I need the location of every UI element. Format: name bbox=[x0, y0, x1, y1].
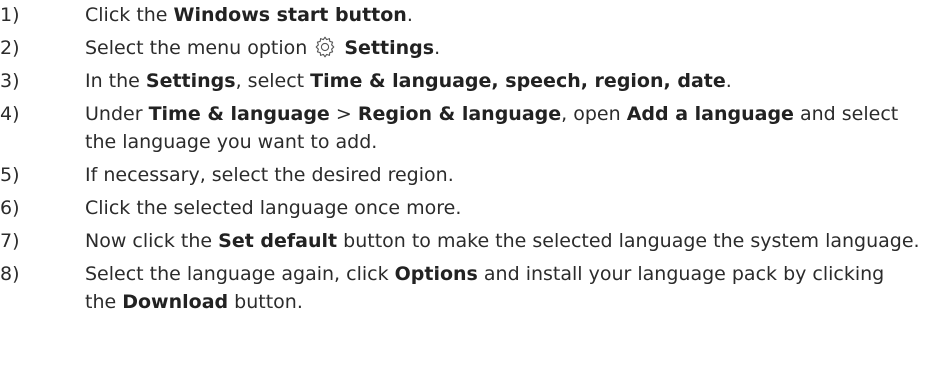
step-6: 6) Click the selected language once more… bbox=[0, 194, 930, 222]
text-segment: Select the menu option bbox=[85, 37, 314, 59]
step-number: 5) bbox=[0, 164, 20, 186]
step-number: 6) bbox=[0, 197, 20, 219]
step-5: 5) If necessary, select the desired regi… bbox=[0, 161, 930, 189]
step-number: 2) bbox=[0, 37, 20, 59]
text-segment: In the bbox=[85, 70, 146, 92]
step-7: 7) Now click the Set default button to m… bbox=[0, 227, 930, 255]
step-text: Click the Windows start button. bbox=[85, 1, 920, 29]
text-segment: If necessary, select the desired region. bbox=[85, 164, 454, 186]
bold-term: Region & language bbox=[357, 103, 562, 125]
text-segment: button to make the selected language the… bbox=[337, 230, 920, 252]
text-segment: Under bbox=[85, 103, 149, 125]
step-3: 3) In the Settings, select Time & langua… bbox=[0, 67, 930, 95]
step-text: Select the language again, click Options… bbox=[85, 260, 920, 316]
bold-term: Add a language bbox=[626, 103, 794, 125]
step-number: 8) bbox=[0, 263, 20, 285]
bold-term: Settings bbox=[344, 37, 435, 59]
text-segment: . bbox=[725, 70, 732, 92]
step-number: 3) bbox=[0, 70, 20, 92]
bold-term: Windows start button bbox=[173, 4, 407, 26]
bold-term: Options bbox=[394, 263, 478, 285]
step-text: Click the selected language once more. bbox=[85, 194, 920, 222]
bold-term: Download bbox=[122, 291, 229, 313]
text-segment: Click the bbox=[85, 4, 174, 26]
bold-term: Set default bbox=[218, 230, 338, 252]
text-segment: , open bbox=[561, 103, 627, 125]
instruction-steps: 1) Click the Windows start button. 2) Se… bbox=[0, 1, 930, 321]
step-1: 1) Click the Windows start button. bbox=[0, 1, 930, 29]
step-text: If necessary, select the desired region. bbox=[85, 161, 920, 189]
step-2: 2) Select the menu option Settings. bbox=[0, 34, 930, 62]
step-text: In the Settings, select Time & language,… bbox=[85, 67, 920, 95]
bold-term: Time & language bbox=[148, 103, 330, 125]
step-8: 8) Select the language again, click Opti… bbox=[0, 260, 930, 316]
text-segment: Select the language again, click bbox=[85, 263, 395, 285]
gear-icon bbox=[313, 35, 337, 59]
step-number: 1) bbox=[0, 4, 20, 26]
text-segment: , select bbox=[235, 70, 311, 92]
step-text: Under Time & language > Region & languag… bbox=[85, 100, 920, 156]
text-segment: > bbox=[329, 103, 358, 125]
text-segment: . bbox=[406, 4, 413, 26]
bold-term: Settings bbox=[145, 70, 236, 92]
step-number: 7) bbox=[0, 230, 20, 252]
text-segment: Click the selected language once more. bbox=[85, 197, 462, 219]
text-segment: Now click the bbox=[85, 230, 219, 252]
step-text: Now click the Set default button to make… bbox=[85, 227, 920, 255]
bold-term: Time & language, speech, region, date bbox=[310, 70, 726, 92]
text-segment: . bbox=[434, 37, 441, 59]
step-text: Select the menu option Settings. bbox=[85, 34, 920, 62]
step-number: 4) bbox=[0, 103, 20, 125]
step-4: 4) Under Time & language > Region & lang… bbox=[0, 100, 930, 156]
text-segment: button. bbox=[228, 291, 303, 313]
